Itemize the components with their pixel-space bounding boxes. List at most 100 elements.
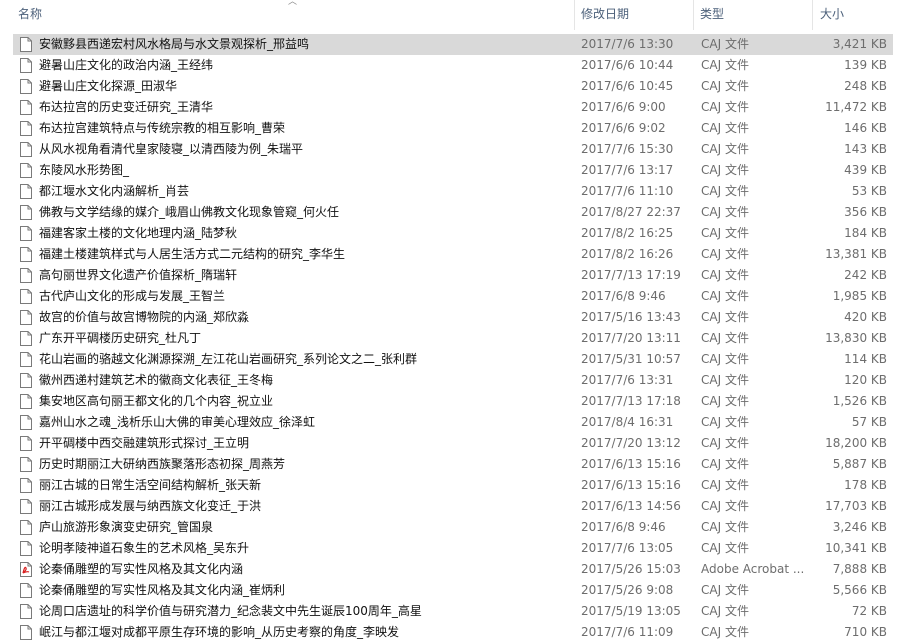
file-name[interactable]: 花山岩画的骆越文化渊源探溯_左江花山岩画研究_系列论文之二_张利群 bbox=[39, 349, 573, 370]
document-icon bbox=[20, 499, 32, 514]
file-name[interactable]: 开平碉楼中西交融建筑形式探讨_王立明 bbox=[39, 433, 573, 454]
file-size: 710 KB bbox=[844, 625, 887, 639]
file-name[interactable]: 福建土楼建筑样式与人居生活方式二元结构的研究_李华生 bbox=[39, 244, 573, 265]
document-icon bbox=[20, 142, 32, 157]
file-type: CAJ 文件 bbox=[701, 352, 749, 366]
file-size: 3,246 KB bbox=[832, 520, 887, 534]
file-name[interactable]: 徽州西递村建筑艺术的徽商文化表征_王冬梅 bbox=[39, 370, 573, 391]
file-name[interactable]: 都江堰水文化内涵解析_肖芸 bbox=[39, 181, 573, 202]
file-row[interactable]: 故宫的价值与故宫博物院的内涵_郑欣淼 2017/5/16 13:43 CAJ 文件 4… bbox=[0, 307, 906, 328]
file-name[interactable]: 布达拉宫建筑特点与传统宗教的相互影响_曹荣 bbox=[39, 118, 573, 139]
file-name[interactable]: 布达拉宫的历史变迁研究_王清华 bbox=[39, 97, 573, 118]
file-modified-date: 2017/5/26 9:08 bbox=[581, 583, 674, 597]
file-name[interactable]: 东陵风水形势图_ bbox=[39, 160, 573, 181]
file-row[interactable]: 布达拉宫的历史变迁研究_王清华 2017/6/6 9:00 CAJ 文件 11,472… bbox=[0, 97, 906, 118]
file-name[interactable]: 嘉州山水之魂_浅析乐山大佛的审美心理效应_徐泽虹 bbox=[39, 412, 573, 433]
file-name[interactable]: 佛教与文学结缘的媒介_峨眉山佛教文化现象管窥_何火任 bbox=[39, 202, 573, 223]
file-modified-date: 2017/7/13 17:18 bbox=[581, 394, 681, 408]
document-icon bbox=[20, 478, 32, 493]
file-row[interactable]: 论秦俑雕塑的写实性风格及其文化内涵 2017/5/26 15:03 Adobe Ac… bbox=[0, 559, 906, 580]
file-name[interactable]: 集安地区高句丽王都文化的几个内容_祝立业 bbox=[39, 391, 573, 412]
document-icon bbox=[20, 604, 32, 619]
file-name[interactable]: 故宫的价值与故宫博物院的内涵_郑欣淼 bbox=[39, 307, 573, 328]
file-name[interactable]: 广东开平碉楼历史研究_杜凡丁 bbox=[39, 328, 573, 349]
file-row[interactable]: 都江堰水文化内涵解析_肖芸 2017/7/6 11:10 CAJ 文件 53 KB bbox=[0, 181, 906, 202]
file-size: 420 KB bbox=[844, 310, 887, 324]
file-row[interactable]: 福建土楼建筑样式与人居生活方式二元结构的研究_李华生 2017/8/2 16:26… bbox=[0, 244, 906, 265]
file-modified-date: 2017/6/6 9:00 bbox=[581, 100, 666, 114]
file-modified-date: 2017/7/20 13:11 bbox=[581, 331, 681, 345]
file-name[interactable]: 避暑山庄文化探源_田淑华 bbox=[39, 76, 573, 97]
column-header-name[interactable]: 名称 bbox=[13, 0, 575, 30]
file-row[interactable]: 丽江古城的日常生活空间结构解析_张天新 2017/6/13 15:16 CAJ 文件… bbox=[0, 475, 906, 496]
column-header-size[interactable]: 大小 bbox=[815, 0, 893, 30]
column-header-date[interactable]: 修改日期 bbox=[576, 0, 694, 30]
file-name[interactable]: 丽江古城形成发展与纳西族文化变迁_于洪 bbox=[39, 496, 573, 517]
file-name[interactable]: 古代庐山文化的形成与发展_王智兰 bbox=[39, 286, 573, 307]
file-modified-date: 2017/6/6 10:45 bbox=[581, 79, 674, 93]
file-size: 7,888 KB bbox=[832, 562, 887, 576]
column-header-type[interactable]: 类型 bbox=[695, 0, 813, 30]
file-row[interactable]: 论周口店遗址的科学价值与研究潜力_纪念裴文中先生诞辰100周年_高星 2017/5… bbox=[0, 601, 906, 622]
file-modified-date: 2017/6/13 14:56 bbox=[581, 499, 681, 513]
file-type: CAJ 文件 bbox=[701, 142, 749, 156]
file-row[interactable]: 历史时期丽江大研纳西族聚落形态初探_周燕芳 2017/6/13 15:16 CAJ … bbox=[0, 454, 906, 475]
file-name[interactable]: 避暑山庄文化的政治内涵_王经纬 bbox=[39, 55, 573, 76]
file-name[interactable]: 论秦俑雕塑的写实性风格及其文化内涵 bbox=[39, 559, 573, 580]
file-row[interactable]: 论明孝陵神道石象生的艺术风格_吴东升 2017/7/6 13:05 CAJ 文件 10… bbox=[0, 538, 906, 559]
file-type: CAJ 文件 bbox=[701, 310, 749, 324]
file-name[interactable]: 丽江古城的日常生活空间结构解析_张天新 bbox=[39, 475, 573, 496]
document-icon bbox=[20, 520, 32, 535]
file-row[interactable]: 丽江古城形成发展与纳西族文化变迁_于洪 2017/6/13 14:56 CAJ 文件… bbox=[0, 496, 906, 517]
document-icon bbox=[20, 163, 32, 178]
file-modified-date: 2017/8/2 16:26 bbox=[581, 247, 674, 261]
file-name[interactable]: 论明孝陵神道石象生的艺术风格_吴东升 bbox=[39, 538, 573, 559]
file-row[interactable]: 东陵风水形势图_ 2017/7/6 13:17 CAJ 文件 439 KB bbox=[0, 160, 906, 181]
file-name[interactable]: 论秦俑雕塑的写实性风格及其文化内涵_崔炳利 bbox=[39, 580, 573, 601]
file-modified-date: 2017/7/6 13:17 bbox=[581, 163, 674, 177]
file-modified-date: 2017/7/6 11:09 bbox=[581, 625, 674, 639]
file-size: 17,703 KB bbox=[825, 499, 887, 513]
file-type: CAJ 文件 bbox=[701, 100, 749, 114]
file-row[interactable]: 从风水视角看清代皇家陵寝_以清西陵为例_朱瑞平 2017/7/6 15:30 CAJ… bbox=[0, 139, 906, 160]
file-name[interactable]: 从风水视角看清代皇家陵寝_以清西陵为例_朱瑞平 bbox=[39, 139, 573, 160]
file-row[interactable]: 集安地区高句丽王都文化的几个内容_祝立业 2017/7/13 17:18 CAJ 文… bbox=[0, 391, 906, 412]
file-name[interactable]: 历史时期丽江大研纳西族聚落形态初探_周燕芳 bbox=[39, 454, 573, 475]
file-row[interactable]: 徽州西递村建筑艺术的徽商文化表征_王冬梅 2017/7/6 13:31 CAJ 文件… bbox=[0, 370, 906, 391]
file-row[interactable]: 布达拉宫建筑特点与传统宗教的相互影响_曹荣 2017/6/6 9:02 CAJ 文件… bbox=[0, 118, 906, 139]
file-row[interactable]: 岷江与都江堰对成都平原生存环境的影响_从历史考察的角度_李映发 2017/7/6 … bbox=[0, 622, 906, 643]
file-row[interactable]: 避暑山庄文化的政治内涵_王经纬 2017/6/6 10:44 CAJ 文件 139 K… bbox=[0, 55, 906, 76]
file-type: CAJ 文件 bbox=[701, 625, 749, 639]
document-icon bbox=[20, 247, 32, 262]
file-row[interactable]: 福建客家土楼的文化地理内涵_陆梦秋 2017/8/2 16:25 CAJ 文件 184… bbox=[0, 223, 906, 244]
file-modified-date: 2017/6/13 15:16 bbox=[581, 457, 681, 471]
file-type: CAJ 文件 bbox=[701, 205, 749, 219]
file-row[interactable]: 花山岩画的骆越文化渊源探溯_左江花山岩画研究_系列论文之二_张利群 2017/5/… bbox=[0, 349, 906, 370]
file-name[interactable]: 高句丽世界文化遗产价值探析_隋瑞轩 bbox=[39, 265, 573, 286]
file-name[interactable]: 论周口店遗址的科学价值与研究潜力_纪念裴文中先生诞辰100周年_高星 bbox=[39, 601, 573, 622]
file-row[interactable]: 古代庐山文化的形成与发展_王智兰 2017/6/8 9:46 CAJ 文件 1,985… bbox=[0, 286, 906, 307]
file-row[interactable]: 论秦俑雕塑的写实性风格及其文化内涵_崔炳利 2017/5/26 9:08 CAJ 文… bbox=[0, 580, 906, 601]
file-size: 242 KB bbox=[844, 268, 887, 282]
file-row[interactable]: 避暑山庄文化探源_田淑华 2017/6/6 10:45 CAJ 文件 248 KB bbox=[0, 76, 906, 97]
document-icon bbox=[20, 331, 32, 346]
file-size: 248 KB bbox=[844, 79, 887, 93]
file-row[interactable]: 佛教与文学结缘的媒介_峨眉山佛教文化现象管窥_何火任 2017/8/27 22:3… bbox=[0, 202, 906, 223]
file-type: CAJ 文件 bbox=[701, 436, 749, 450]
file-row[interactable]: 嘉州山水之魂_浅析乐山大佛的审美心理效应_徐泽虹 2017/8/4 16:31 CA… bbox=[0, 412, 906, 433]
file-modified-date: 2017/8/2 16:25 bbox=[581, 226, 674, 240]
document-icon bbox=[20, 100, 32, 115]
file-modified-date: 2017/7/6 13:05 bbox=[581, 541, 674, 555]
file-name[interactable]: 庐山旅游形象演变史研究_管国泉 bbox=[39, 517, 573, 538]
file-row[interactable]: 高句丽世界文化遗产价值探析_隋瑞轩 2017/7/13 17:19 CAJ 文件 24… bbox=[0, 265, 906, 286]
file-row[interactable]: 庐山旅游形象演变史研究_管国泉 2017/6/8 9:46 CAJ 文件 3,246 … bbox=[0, 517, 906, 538]
file-size: 439 KB bbox=[844, 163, 887, 177]
file-row[interactable]: 广东开平碉楼历史研究_杜凡丁 2017/7/20 13:11 CAJ 文件 13,83… bbox=[0, 328, 906, 349]
file-name[interactable]: 安徽黟县西递宏村风水格局与水文景观探析_邢益鸣 bbox=[39, 34, 573, 55]
file-name[interactable]: 福建客家土楼的文化地理内涵_陆梦秋 bbox=[39, 223, 573, 244]
file-row[interactable]: 安徽黟县西递宏村风水格局与水文景观探析_邢益鸣 2017/7/6 13:30 CAJ… bbox=[0, 34, 906, 55]
file-row[interactable]: 开平碉楼中西交融建筑形式探讨_王立明 2017/7/20 13:12 CAJ 文件 1… bbox=[0, 433, 906, 454]
file-name[interactable]: 岷江与都江堰对成都平原生存环境的影响_从历史考察的角度_李映发 bbox=[39, 622, 573, 643]
file-modified-date: 2017/7/6 13:31 bbox=[581, 373, 674, 387]
file-list: 安徽黟县西递宏村风水格局与水文景观探析_邢益鸣 2017/7/6 13:30 CAJ… bbox=[0, 34, 906, 643]
